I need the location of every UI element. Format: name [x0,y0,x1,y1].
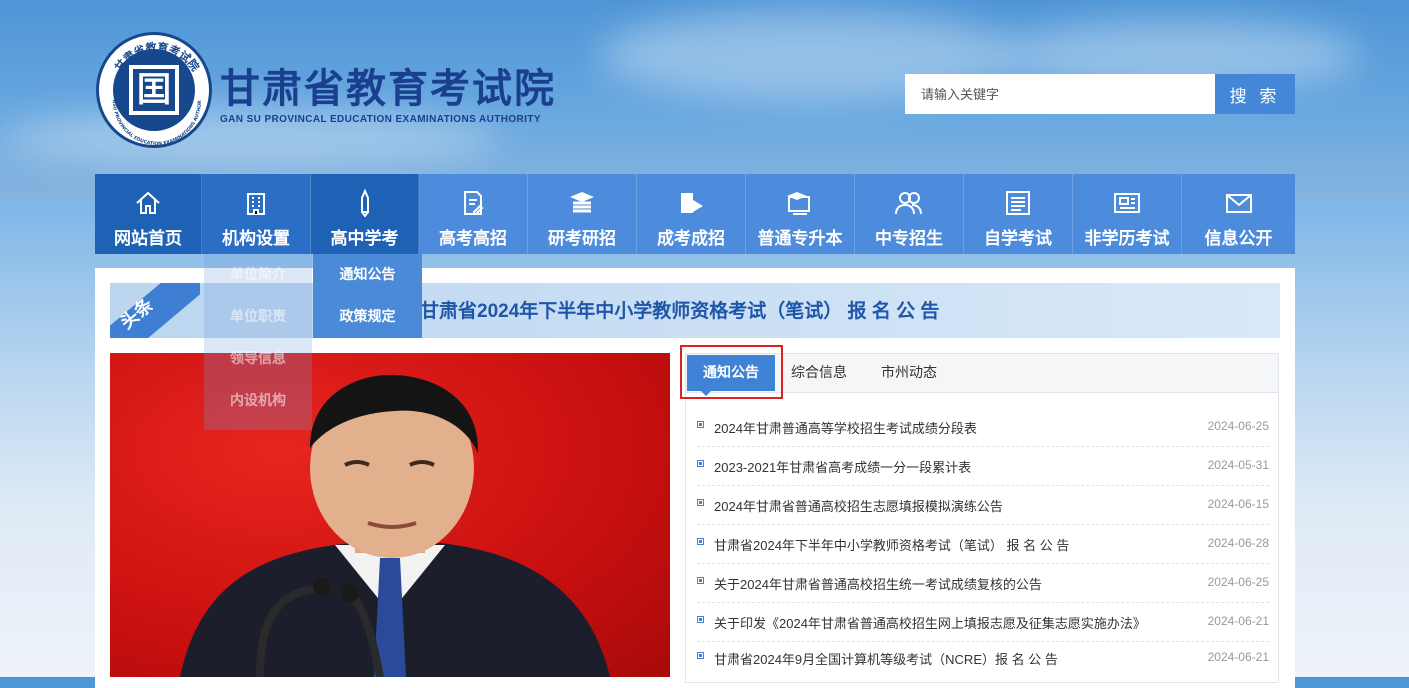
mail-icon [1225,194,1252,213]
building-icon [247,193,265,215]
nav-label: 普通专升本 [757,229,843,249]
certificate-icon [1114,193,1140,213]
news-item[interactable]: 关于印发《2024年甘肃省普通高校招生网上填报志愿及征集志愿实施办法》 2024… [697,602,1269,642]
featured-photo[interactable] [110,353,670,677]
emblem-seal: 甘肃省教育考试院 GANSU PROVINCIAL EDUCATION EXAM… [96,32,212,148]
bullet-icon [697,616,704,623]
nav-item-feixueli[interactable]: 非学历考试 [1073,174,1182,254]
bullet-icon [697,460,704,467]
bullet-icon [697,577,704,584]
nav-label: 中专招生 [875,229,943,249]
site-logo[interactable]: 甘肃省教育考试院 GANSU PROVINCIAL EDUCATION EXAM… [96,32,566,152]
search-button[interactable]: 搜 索 [1215,74,1295,114]
nav-item-gaokao[interactable]: 高考高招 [419,174,528,254]
pen-icon [360,188,369,218]
news-title: 2024年甘肃省普通高校招生志愿填报模拟演练公告 [714,499,1003,514]
nav-label: 信息公开 [1204,229,1273,249]
bullet-icon [697,499,704,506]
nav-item-org[interactable]: 机构设置 [202,174,311,254]
nav-label: 高中学考 [330,229,399,249]
main-nav: 网站首页 机构设置 高中学考 高考高招 研考研招 成考成招 普通专升本 中专招生… [95,174,1295,254]
news-date: 2024-06-25 [1207,419,1269,433]
tab-general-info[interactable]: 综合信息 [791,354,847,392]
news-title: 甘肃省2024年下半年中小学教师资格考试（笔试） 报 名 公 告 [714,538,1070,553]
headline-link[interactable]: 甘肃省2024年下半年中小学教师资格考试（笔试） 报 名 公 告 [420,296,939,323]
org-dropdown: 单位简介 单位职责 领导信息 内设机构 [204,254,312,430]
nav-label: 机构设置 [222,229,290,249]
nav-item-xinxi[interactable]: 信息公开 [1182,174,1295,254]
nav-label: 非学历考试 [1084,229,1170,249]
dropdown-item-leaders[interactable]: 领导信息 [204,338,312,380]
news-date: 2024-06-21 [1207,650,1269,664]
bullet-icon [697,538,704,545]
news-title: 2023-2021年甘肃省高考成绩一分一段累计表 [714,460,972,475]
nav-label: 研考研招 [548,229,616,249]
tab-city-news[interactable]: 市州动态 [881,354,937,392]
search-input[interactable] [905,74,1215,114]
graduation-board-icon [787,192,810,215]
nav-item-zhongzhuan[interactable]: 中专招生 [855,174,964,254]
users-icon [895,192,922,215]
news-date: 2024-06-15 [1207,497,1269,511]
nav-item-yankao[interactable]: 研考研招 [528,174,637,254]
home-icon [136,191,160,214]
dropdown-item-notices[interactable]: 通知公告 [313,254,422,296]
dropdown-item-intro[interactable]: 单位简介 [204,254,312,296]
news-title: 甘肃省2024年9月全国计算机等级考试（NCRE）报 名 公 告 [714,652,1058,667]
book-arrow-icon [681,193,703,213]
seal-glyph: 囯 [129,65,179,115]
gaozhong-dropdown: 通知公告 政策规定 [313,254,422,338]
dropdown-item-policies[interactable]: 政策规定 [313,296,422,338]
nav-label: 网站首页 [114,229,182,249]
news-date: 2024-05-31 [1207,458,1269,472]
books-icon [570,192,594,213]
bullet-icon [697,421,704,428]
dropdown-item-departments[interactable]: 内设机构 [204,380,312,422]
news-title: 关于2024年甘肃省普通高校招生统一考试成绩复核的公告 [714,577,1042,592]
news-item[interactable]: 甘肃省2024年下半年中小学教师资格考试（笔试） 报 名 公 告 2024-06… [697,524,1269,564]
nav-item-gaozhong[interactable]: 高中学考 [311,174,419,254]
nav-item-home[interactable]: 网站首页 [95,174,202,254]
news-date: 2024-06-28 [1207,536,1269,550]
nav-item-zhuanshengben[interactable]: 普通专升本 [746,174,855,254]
dropdown-item-duties[interactable]: 单位职责 [204,296,312,338]
site-title: 甘肃省教育考试院 [220,67,556,111]
news-title: 2024年甘肃普通高等学校招生考试成绩分段表 [714,421,977,436]
nav-label: 成考成招 [657,229,725,249]
news-title: 关于印发《2024年甘肃省普通高校招生网上填报志愿及征集志愿实施办法》 [714,616,1146,631]
news-item[interactable]: 甘肃省2024年9月全国计算机等级考试（NCRE）报 名 公 告 2024-06… [697,638,1269,677]
news-item[interactable]: 关于2024年甘肃省普通高校招生统一考试成绩复核的公告 2024-06-25 [697,563,1269,603]
site-subtitle: GAN SU PROVINCAL EDUCATION EXAMINATIONS … [220,114,541,125]
news-item[interactable]: 2023-2021年甘肃省高考成绩一分一段累计表 2024-05-31 [697,446,1269,486]
tab-highlight-box [680,345,783,399]
nav-item-zixue[interactable]: 自学考试 [964,174,1073,254]
nav-label: 自学考试 [984,229,1052,249]
newspaper-icon [1006,191,1030,215]
news-date: 2024-06-21 [1207,614,1269,628]
news-item[interactable]: 2024年甘肃省普通高校招生志愿填报模拟演练公告 2024-06-15 [697,485,1269,525]
featured-photo-image [180,374,610,677]
nav-label: 高考高招 [439,229,507,249]
news-date: 2024-06-25 [1207,575,1269,589]
nav-item-chengkao[interactable]: 成考成招 [637,174,746,254]
bullet-icon [697,652,704,659]
news-item[interactable]: 2024年甘肃普通高等学校招生考试成绩分段表 2024-06-25 [697,407,1269,447]
document-edit-icon [464,191,484,215]
